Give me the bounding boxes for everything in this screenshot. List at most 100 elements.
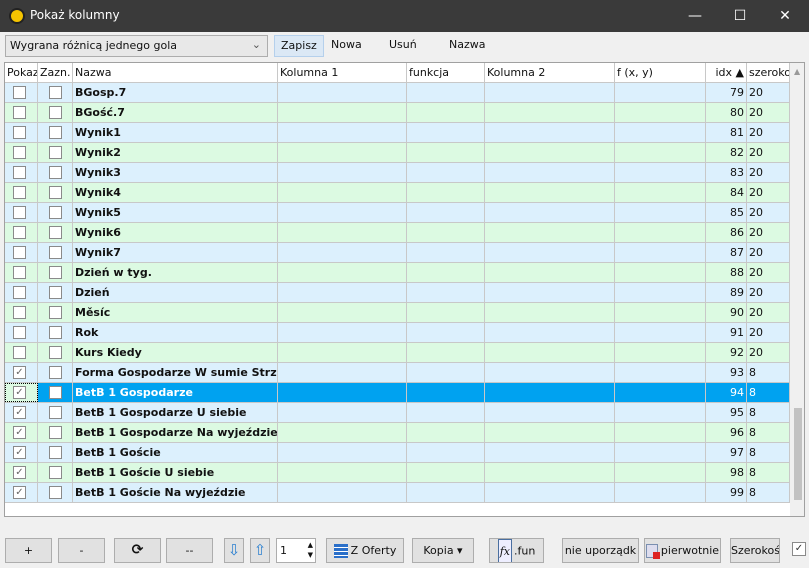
from-offers-button[interactable]: Z Oferty: [326, 538, 404, 563]
table-row[interactable]: ✓ Forma Gospodarze W sumie Strzeli 93 8: [5, 363, 790, 383]
show-checkbox[interactable]: ✓: [13, 386, 26, 399]
select-checkbox[interactable]: [49, 426, 62, 439]
show-checkbox[interactable]: [13, 306, 26, 319]
show-checkbox[interactable]: [13, 246, 26, 259]
save-button[interactable]: Zapisz: [274, 35, 324, 57]
table-row[interactable]: Wynik2 82 20: [5, 143, 790, 163]
table-row[interactable]: ✓ BetB 1 Gospodarze Na wyjeździe 96 8: [5, 423, 790, 443]
header-funkcja[interactable]: funkcja: [407, 63, 485, 82]
delete-button[interactable]: Usuń: [383, 35, 423, 57]
vertical-scroll-thumb[interactable]: [794, 408, 802, 500]
table-row[interactable]: Wynik6 86 20: [5, 223, 790, 243]
header-nazwa[interactable]: Nazwa: [73, 63, 278, 82]
show-checkbox[interactable]: ✓: [13, 426, 26, 439]
option-checkbox[interactable]: ✓: [792, 542, 806, 556]
stepper-arrows-icon[interactable]: ▲ ▼: [308, 540, 313, 560]
select-checkbox[interactable]: [49, 146, 62, 159]
refresh-icon[interactable]: ⟳: [114, 538, 161, 563]
show-checkbox[interactable]: [13, 206, 26, 219]
select-checkbox[interactable]: [49, 446, 62, 459]
scroll-up-icon[interactable]: ▲: [794, 67, 800, 76]
table-row[interactable]: Wynik7 87 20: [5, 243, 790, 263]
original-button[interactable]: pierwotnie: [644, 538, 721, 563]
select-checkbox[interactable]: [49, 366, 62, 379]
clear-button[interactable]: --: [166, 538, 213, 563]
maximize-button[interactable]: ☐: [717, 0, 763, 32]
vertical-scrollbar[interactable]: ▲: [790, 63, 804, 516]
select-checkbox[interactable]: [49, 126, 62, 139]
select-checkbox[interactable]: [49, 166, 62, 179]
show-checkbox[interactable]: ✓: [13, 466, 26, 479]
show-checkbox[interactable]: ✓: [13, 406, 26, 419]
table-row[interactable]: Dzień 89 20: [5, 283, 790, 303]
preset-select[interactable]: Wygrana różnicą jednego gola ⌄: [5, 35, 268, 57]
select-checkbox[interactable]: [49, 286, 62, 299]
header-pokaz[interactable]: Pokaz: [5, 63, 38, 82]
function-button[interactable]: fx .fun: [489, 538, 544, 563]
table-row[interactable]: Kurs Kiedy 92 20: [5, 343, 790, 363]
select-checkbox[interactable]: [49, 406, 62, 419]
add-button[interactable]: +: [5, 538, 52, 563]
show-checkbox[interactable]: [13, 126, 26, 139]
table-row[interactable]: Wynik5 85 20: [5, 203, 790, 223]
show-checkbox[interactable]: [13, 346, 26, 359]
select-checkbox[interactable]: [49, 186, 62, 199]
show-checkbox[interactable]: [13, 226, 26, 239]
header-kolumna2[interactable]: Kolumna 2: [485, 63, 615, 82]
show-checkbox[interactable]: [13, 186, 26, 199]
table-row[interactable]: ✓ BetB 1 Gospodarze 94 8: [5, 383, 790, 403]
select-checkbox[interactable]: [49, 386, 62, 399]
select-checkbox[interactable]: [49, 226, 62, 239]
show-checkbox[interactable]: [13, 166, 26, 179]
table-row[interactable]: BGość.7 80 20: [5, 103, 790, 123]
select-checkbox[interactable]: [49, 306, 62, 319]
select-checkbox[interactable]: [49, 466, 62, 479]
table-row[interactable]: ✓ BetB 1 Goście U siebie 98 8: [5, 463, 790, 483]
select-checkbox[interactable]: [49, 246, 62, 259]
select-checkbox[interactable]: [49, 326, 62, 339]
table-row[interactable]: Wynik4 84 20: [5, 183, 790, 203]
select-checkbox[interactable]: [49, 346, 62, 359]
table-row[interactable]: Měsíc 90 20: [5, 303, 790, 323]
step-stepper[interactable]: 1 ▲ ▼: [276, 538, 316, 563]
table-row[interactable]: Rok 91 20: [5, 323, 790, 343]
select-checkbox[interactable]: [49, 206, 62, 219]
show-checkbox[interactable]: [13, 106, 26, 119]
copy-dropdown-button[interactable]: Kopia ▾: [412, 538, 474, 563]
show-checkbox[interactable]: [13, 266, 26, 279]
show-checkbox[interactable]: [13, 146, 26, 159]
table-row[interactable]: ✓ BetB 1 Goście Na wyjeździe 99 8: [5, 483, 790, 503]
horizontal-scrollbar[interactable]: ◀ ▶: [5, 516, 790, 517]
header-zazn[interactable]: Zazn.: [38, 63, 73, 82]
new-button[interactable]: Nowa: [325, 35, 368, 57]
select-checkbox[interactable]: [49, 266, 62, 279]
rename-button[interactable]: Nazwa: [443, 35, 491, 57]
show-checkbox[interactable]: [13, 326, 26, 339]
table-row[interactable]: Dzień w tyg. 88 20: [5, 263, 790, 283]
select-checkbox[interactable]: [49, 106, 62, 119]
table-row[interactable]: ✓ BetB 1 Gospodarze U siebie 95 8: [5, 403, 790, 423]
select-checkbox[interactable]: [49, 86, 62, 99]
cell-zazn: [38, 103, 73, 122]
table-row[interactable]: ✓ BetB 1 Goście 97 8: [5, 443, 790, 463]
header-fxy[interactable]: f (x, y): [615, 63, 706, 82]
show-checkbox[interactable]: [13, 86, 26, 99]
move-down-icon[interactable]: ⇩: [224, 538, 244, 563]
show-checkbox[interactable]: [13, 286, 26, 299]
show-checkbox[interactable]: ✓: [13, 446, 26, 459]
show-checkbox[interactable]: ✓: [13, 486, 26, 499]
unordered-button[interactable]: nie uporządk: [562, 538, 639, 563]
table-row[interactable]: BGosp.7 79 20: [5, 83, 790, 103]
show-checkbox[interactable]: ✓: [13, 366, 26, 379]
table-row[interactable]: Wynik3 83 20: [5, 163, 790, 183]
remove-button[interactable]: -: [58, 538, 105, 563]
header-idx[interactable]: idx ▲: [706, 63, 747, 82]
move-up-icon[interactable]: ⇧: [250, 538, 270, 563]
close-button[interactable]: ✕: [762, 0, 808, 32]
table-row[interactable]: Wynik1 81 20: [5, 123, 790, 143]
header-kolumna1[interactable]: Kolumna 1: [278, 63, 407, 82]
width-button[interactable]: Szerokość: [730, 538, 780, 563]
header-szerokosc[interactable]: szerokość: [747, 63, 790, 82]
minimize-button[interactable]: —: [672, 0, 718, 32]
select-checkbox[interactable]: [49, 486, 62, 499]
